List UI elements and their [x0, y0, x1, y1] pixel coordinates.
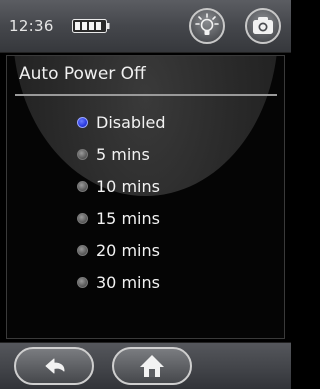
option-15-mins[interactable]: 15 mins: [77, 202, 166, 234]
device-screen: 12:36 Auto Power Off Disabled 5 mins 10 …: [0, 0, 291, 389]
option-label: 10 mins: [96, 176, 160, 196]
option-label: 5 mins: [96, 144, 150, 164]
clock: 12:36: [9, 17, 54, 35]
back-button[interactable]: [14, 347, 94, 385]
radio-button[interactable]: [77, 212, 88, 224]
flash-button[interactable]: [189, 8, 225, 44]
radio-button[interactable]: [77, 116, 88, 128]
camera-button[interactable]: [245, 8, 281, 44]
back-arrow-icon: [45, 358, 65, 374]
home-button[interactable]: [112, 347, 192, 385]
flash-icon: [195, 13, 219, 35]
option-30-mins[interactable]: 30 mins: [77, 266, 166, 298]
radio-button[interactable]: [77, 244, 88, 256]
option-label: Disabled: [96, 112, 166, 132]
option-label: 15 mins: [96, 208, 160, 228]
status-bar: 12:36: [0, 0, 291, 53]
bottom-nav: [0, 342, 291, 389]
battery-icon: [72, 19, 110, 33]
option-20-mins[interactable]: 20 mins: [77, 234, 166, 266]
radio-button[interactable]: [77, 276, 88, 288]
option-disabled[interactable]: Disabled: [77, 106, 166, 138]
radio-button[interactable]: [77, 180, 88, 192]
home-icon: [140, 355, 164, 377]
option-10-mins[interactable]: 10 mins: [77, 170, 166, 202]
title-divider: [15, 94, 277, 96]
option-5-mins[interactable]: 5 mins: [77, 138, 166, 170]
option-label: 20 mins: [96, 240, 160, 260]
option-label: 30 mins: [96, 272, 160, 292]
settings-panel: Auto Power Off Disabled 5 mins 10 mins 1…: [6, 55, 285, 339]
page-title: Auto Power Off: [19, 64, 146, 84]
radio-button[interactable]: [77, 148, 88, 160]
power-off-options: Disabled 5 mins 10 mins 15 mins 20 mins …: [77, 106, 166, 298]
camera-icon: [253, 17, 273, 34]
